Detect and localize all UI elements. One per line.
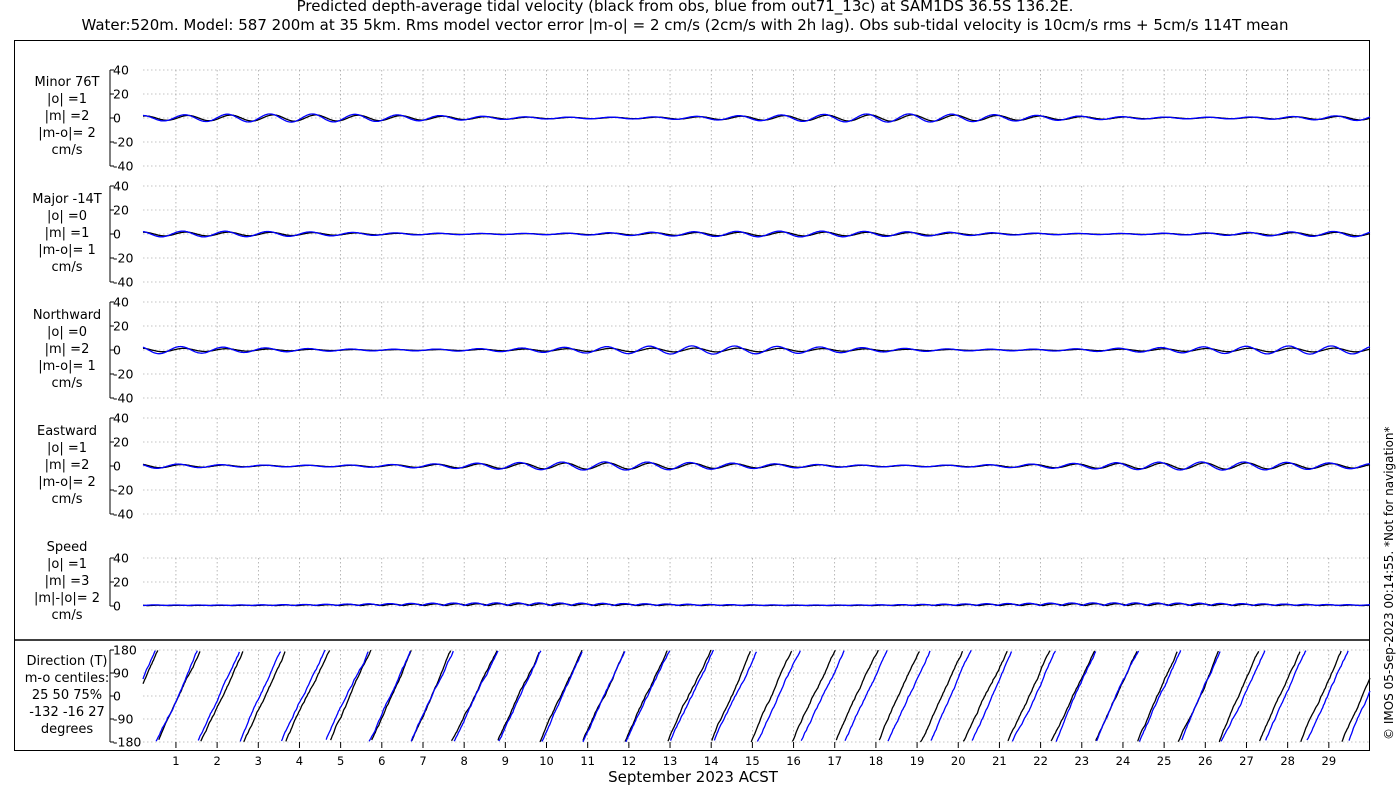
panel-label-line: |o| =1	[46, 92, 87, 107]
x-tick-label: 23	[1074, 754, 1089, 768]
panel-label-line: |m-o|= 1	[38, 243, 96, 258]
panel-label-line: -132 -16 27	[29, 705, 105, 720]
panel-label-line: cm/s	[51, 608, 83, 623]
panel-label-line: Direction (T)	[26, 654, 108, 669]
x-tick-label: 8	[460, 754, 467, 768]
x-tick-label: 9	[502, 754, 509, 768]
x-tick-label: 17	[827, 754, 842, 768]
x-tick-label: 6	[378, 754, 385, 768]
x-tick-label: 22	[1033, 754, 1048, 768]
x-tick-label: 13	[663, 754, 678, 768]
x-tick-label: 24	[1116, 754, 1131, 768]
panel-label-line: Eastward	[36, 424, 98, 439]
x-tick-label: 7	[419, 754, 426, 768]
y-tick-label: -40	[113, 275, 133, 290]
panel-label-line: |m| =1	[44, 226, 90, 241]
panel-label-line: |m| =3	[44, 574, 90, 589]
panel-label-line: Speed	[46, 540, 88, 555]
x-tick-label: 2	[213, 754, 220, 768]
x-tick-label: 18	[869, 754, 884, 768]
panel-label: Speed |o| =1 |m| =3 |m|-|o|= 2 cm/s	[12, 539, 122, 624]
panel-label-line: |m| =2	[44, 109, 90, 124]
panel-label-line: |m-o|= 2	[38, 475, 96, 490]
tidal-velocity-chart: 40200-20-4040200-20-4040200-20-4040200-2…	[14, 63, 1371, 768]
x-tick-label: 12	[622, 754, 637, 768]
panel-label-line: Minor 76T	[34, 75, 100, 90]
x-tick-label: 15	[745, 754, 760, 768]
y-tick-label: -40	[113, 391, 133, 406]
x-tick-label: 16	[786, 754, 801, 768]
panel-label-line: 25 50 75%	[31, 688, 103, 703]
panel-label-line: |m-o|= 2	[38, 126, 96, 141]
panel-label-line: cm/s	[51, 376, 83, 391]
panel-label-line: |o| =1	[46, 557, 87, 572]
x-tick-label: 28	[1280, 754, 1295, 768]
y-tick-label: -40	[113, 507, 133, 522]
panel-label-line: |o| =1	[46, 441, 87, 456]
x-tick-label: 25	[1157, 754, 1172, 768]
x-tick-label: 29	[1322, 754, 1337, 768]
panel-label-line: cm/s	[51, 143, 83, 158]
y-tick-label: -40	[113, 159, 133, 174]
panel-label-line: |m|-|o|= 2	[33, 591, 101, 606]
panel-label-line: |m| =2	[44, 458, 90, 473]
x-tick-label: 4	[296, 754, 303, 768]
credit-notice: © IMOS 05-Sep-2023 00:14:55. *Not for na…	[1382, 426, 1396, 740]
panel-label-line: |m-o|= 1	[38, 359, 96, 374]
x-tick-label: 21	[992, 754, 1007, 768]
panel-label-line: m-o centiles:	[24, 671, 110, 686]
panel-label-line: |m| =2	[44, 342, 90, 357]
x-axis-label: September 2023 ACST	[608, 768, 778, 786]
panel-label-line: |o| =0	[46, 325, 87, 340]
x-tick-label: 27	[1239, 754, 1254, 768]
x-tick-label: 10	[539, 754, 554, 768]
panel-label: Major -14T |o| =0 |m| =1 |m-o|= 1 cm/s	[12, 191, 122, 276]
x-tick-label: 3	[255, 754, 262, 768]
panel-label: Direction (T) m-o centiles: 25 50 75% -132 …	[12, 653, 122, 738]
panel-label-line: degrees	[40, 722, 94, 737]
panel-label-line: Northward	[32, 308, 102, 323]
panel-label-line: cm/s	[51, 260, 83, 275]
x-tick-label: 20	[951, 754, 966, 768]
panel-label: Eastward |o| =1 |m| =2 |m-o|= 2 cm/s	[12, 423, 122, 508]
panel-label-line: Major -14T	[32, 192, 102, 207]
x-tick-label: 26	[1198, 754, 1213, 768]
panel-label-line: |o| =0	[46, 209, 87, 224]
panel-label: Minor 76T |o| =1 |m| =2 |m-o|= 2 cm/s	[12, 74, 122, 159]
x-tick-label: 5	[337, 754, 344, 768]
x-tick-label: 11	[580, 754, 595, 768]
panel-label-line: cm/s	[51, 492, 83, 507]
panel-label: Northward |o| =0 |m| =2 |m-o|= 1 cm/s	[12, 307, 122, 392]
x-tick-label: 14	[704, 754, 719, 768]
x-tick-label: 1	[172, 754, 179, 768]
x-tick-label: 19	[910, 754, 925, 768]
